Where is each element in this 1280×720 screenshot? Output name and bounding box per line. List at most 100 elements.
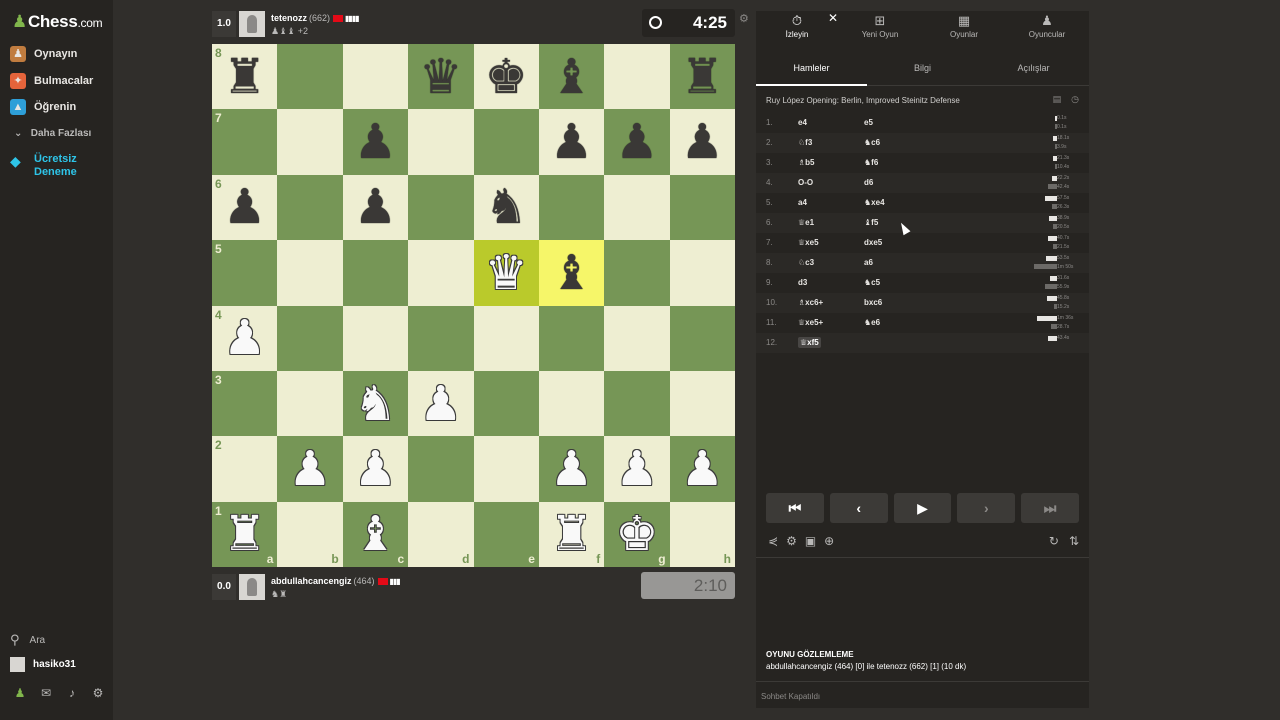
- square-a1[interactable]: 1 a ♜: [212, 501, 278, 567]
- white-pawn-icon[interactable]: ♟: [212, 306, 277, 371]
- square-a7[interactable]: 7: [212, 109, 278, 175]
- square-h4[interactable]: [669, 305, 735, 371]
- white-move[interactable]: ♘f3: [798, 138, 812, 147]
- square-b6[interactable]: [277, 174, 343, 241]
- square-f8[interactable]: ♝: [538, 44, 605, 110]
- tab-moves[interactable]: Hamleler: [756, 63, 867, 73]
- tab-games[interactable]: ▦ Oyunlar: [924, 14, 1004, 40]
- square-a6[interactable]: 6 ♟: [212, 174, 278, 241]
- square-a3[interactable]: 3: [212, 370, 278, 437]
- square-c6[interactable]: ♟: [342, 174, 409, 241]
- square-d2[interactable]: [408, 436, 474, 502]
- white-rook-icon[interactable]: ♜: [539, 502, 604, 567]
- zoom-icon[interactable]: ⊕: [824, 534, 834, 548]
- black-move[interactable]: d6: [864, 178, 873, 187]
- square-b5[interactable]: [277, 240, 343, 306]
- black-pawn-icon[interactable]: ♟: [343, 109, 408, 174]
- black-queen-icon[interactable]: ♛: [408, 44, 473, 109]
- white-pawn-icon[interactable]: ♟: [670, 436, 735, 501]
- white-rook-icon[interactable]: ♜: [212, 502, 277, 567]
- white-move[interactable]: ♗b5: [798, 158, 815, 167]
- black-move[interactable]: a6: [864, 258, 873, 267]
- black-move[interactable]: ♞f6: [864, 158, 878, 167]
- white-move[interactable]: d3: [798, 278, 807, 287]
- square-g4[interactable]: [604, 305, 670, 371]
- white-move[interactable]: ♘c3: [798, 258, 814, 267]
- square-b2[interactable]: ♟: [277, 436, 343, 502]
- square-h5[interactable]: [669, 240, 735, 306]
- black-pawn-icon[interactable]: ♟: [343, 175, 408, 240]
- square-c2[interactable]: ♟: [342, 436, 409, 502]
- mail-icon[interactable]: ✉: [38, 686, 54, 700]
- book-icon[interactable]: ▤: [1053, 94, 1062, 104]
- white-move[interactable]: ♕xf5: [798, 337, 821, 348]
- next-move-button[interactable]: ›: [957, 493, 1016, 523]
- square-a8[interactable]: 8 ♜: [212, 44, 278, 110]
- square-d4[interactable]: [408, 305, 474, 371]
- expand-icon[interactable]: ▣: [805, 534, 816, 548]
- square-a4[interactable]: 4 ♟: [212, 305, 278, 371]
- black-pawn-icon[interactable]: ♟: [539, 109, 604, 174]
- white-pawn-icon[interactable]: ♟: [408, 371, 473, 436]
- white-pawn-icon[interactable]: ♟: [343, 436, 408, 501]
- white-move[interactable]: O-O: [798, 178, 813, 187]
- black-bishop-icon[interactable]: ♝: [539, 44, 604, 109]
- share-icon[interactable]: ⋞: [768, 534, 778, 548]
- square-h6[interactable]: [669, 174, 735, 241]
- black-pawn-icon[interactable]: ♟: [212, 175, 277, 240]
- square-d3[interactable]: ♟: [408, 370, 474, 437]
- square-e2[interactable]: [473, 436, 539, 502]
- square-g7[interactable]: ♟: [604, 109, 670, 175]
- square-h8[interactable]: ♜: [669, 44, 735, 110]
- square-d6[interactable]: [408, 174, 474, 241]
- square-b1[interactable]: b: [277, 501, 343, 567]
- square-d7[interactable]: [408, 109, 474, 175]
- white-move[interactable]: ♗xc6+: [798, 298, 823, 307]
- previous-move-button[interactable]: ‹: [829, 493, 888, 523]
- black-rook-icon[interactable]: ♜: [670, 44, 735, 109]
- black-move[interactable]: e5: [864, 118, 873, 127]
- square-h1[interactable]: h: [669, 501, 735, 567]
- square-h7[interactable]: ♟: [669, 109, 735, 175]
- white-pawn-icon[interactable]: ♟: [539, 436, 604, 501]
- square-f4[interactable]: [538, 305, 605, 371]
- square-e6[interactable]: ♞: [473, 174, 539, 241]
- square-e5[interactable]: ♛: [473, 240, 539, 306]
- clock-icon[interactable]: ◷: [1071, 94, 1079, 104]
- friends-icon[interactable]: ♟: [12, 686, 28, 700]
- square-b3[interactable]: [277, 370, 343, 437]
- top-player-name[interactable]: tetenozz: [271, 13, 307, 23]
- square-f6[interactable]: [538, 174, 605, 241]
- square-c3[interactable]: ♞: [342, 370, 409, 437]
- square-e8[interactable]: ♚: [473, 44, 539, 110]
- black-move[interactable]: bxc6: [864, 298, 882, 307]
- tab-info[interactable]: Bilgi: [867, 63, 978, 73]
- nav-free-trial[interactable]: ◆ Ücretsiz Deneme: [10, 153, 94, 179]
- square-b8[interactable]: [277, 44, 343, 110]
- play-button[interactable]: ▶: [893, 493, 952, 523]
- nav-user[interactable]: hasiko31: [10, 657, 76, 672]
- square-h3[interactable]: [669, 370, 735, 437]
- square-d5[interactable]: [408, 240, 474, 306]
- square-a5[interactable]: 5: [212, 240, 278, 306]
- square-d1[interactable]: d: [408, 501, 474, 567]
- refresh-icon[interactable]: ↻: [1049, 534, 1059, 548]
- tab-players[interactable]: ♟ Oyuncular: [1007, 14, 1087, 40]
- black-knight-icon[interactable]: ♞: [474, 175, 539, 240]
- square-c7[interactable]: ♟: [342, 109, 409, 175]
- square-b4[interactable]: [277, 305, 343, 371]
- square-g5[interactable]: [604, 240, 670, 306]
- white-move[interactable]: ♕xe5: [798, 238, 819, 247]
- top-player-name-row[interactable]: tetenozz (662) ▮▮▮▮: [271, 13, 360, 23]
- bottom-player-name-row[interactable]: abdullahcancengiz (464) ▮▮▮: [271, 576, 401, 586]
- bell-icon[interactable]: ♪: [64, 686, 80, 700]
- bottom-player-avatar[interactable]: [239, 574, 265, 600]
- gear-icon[interactable]: ⚙: [90, 686, 106, 700]
- white-move[interactable]: ♕xe5+: [798, 318, 823, 327]
- top-player-avatar[interactable]: [239, 11, 265, 37]
- nav-item-puzzles[interactable]: ✦ Bulmacalar: [10, 73, 93, 89]
- flip-board-icon[interactable]: ⇅: [1069, 534, 1079, 548]
- black-move[interactable]: ♞xe4: [864, 198, 885, 207]
- nav-item-play[interactable]: ♟ Oynayın: [10, 46, 77, 62]
- black-rook-icon[interactable]: ♜: [212, 44, 277, 109]
